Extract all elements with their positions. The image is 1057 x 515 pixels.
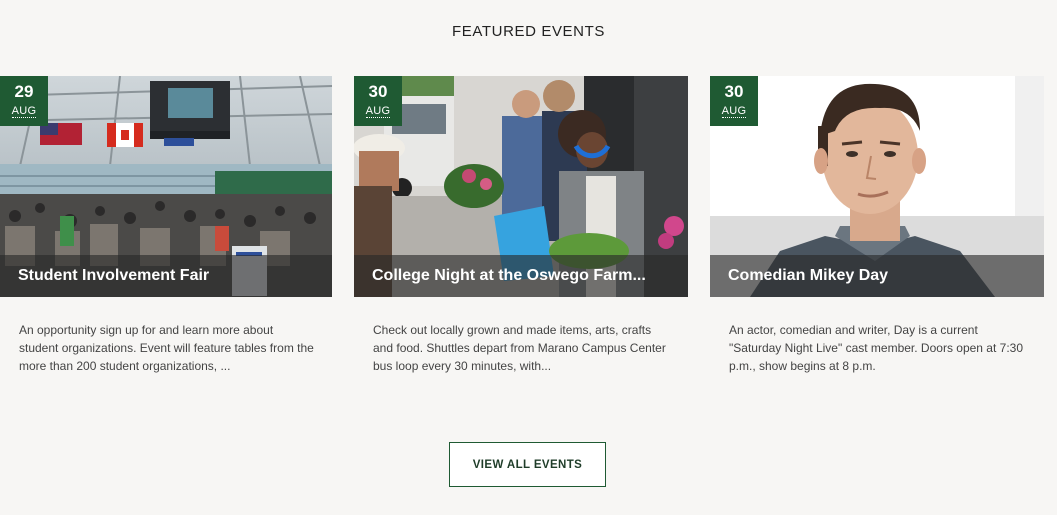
event-date-badge: 30 AUG bbox=[710, 76, 758, 126]
event-description: An actor, comedian and writer, Day is a … bbox=[729, 323, 1024, 373]
event-description: An opportunity sign up for and learn mor… bbox=[19, 323, 314, 373]
view-all-events-button[interactable]: VIEW ALL EVENTS bbox=[449, 442, 606, 487]
event-photo[interactable]: 29 AUG Student Involvement Fair bbox=[0, 76, 332, 297]
event-title-link[interactable]: Student Involvement Fair bbox=[0, 255, 332, 297]
event-date-badge: 29 AUG bbox=[0, 76, 48, 126]
event-title-link[interactable]: College Night at the Oswego Farm... bbox=[354, 255, 688, 297]
event-description: Check out locally grown and made items, … bbox=[373, 323, 666, 373]
event-month: AUG bbox=[365, 105, 391, 118]
event-title-link[interactable]: Comedian Mikey Day bbox=[710, 255, 1044, 297]
event-date-badge: 30 AUG bbox=[354, 76, 402, 126]
event-card[interactable]: 30 AUG Comedian Mikey Day An actor, come… bbox=[710, 76, 1044, 375]
event-photo[interactable]: 30 AUG College Night at the Oswego Farm.… bbox=[354, 76, 688, 297]
event-day: 29 bbox=[14, 82, 34, 101]
event-day: 30 bbox=[724, 82, 744, 101]
event-month: AUG bbox=[11, 105, 37, 118]
event-photo[interactable]: 30 AUG Comedian Mikey Day bbox=[710, 76, 1044, 297]
event-card[interactable]: 29 AUG Student Involvement Fair An oppor… bbox=[0, 76, 332, 375]
section-title: FEATURED EVENTS bbox=[452, 23, 605, 40]
event-card[interactable]: 30 AUG College Night at the Oswego Farm.… bbox=[354, 76, 688, 375]
event-day: 30 bbox=[368, 82, 388, 101]
event-month: AUG bbox=[721, 105, 747, 118]
